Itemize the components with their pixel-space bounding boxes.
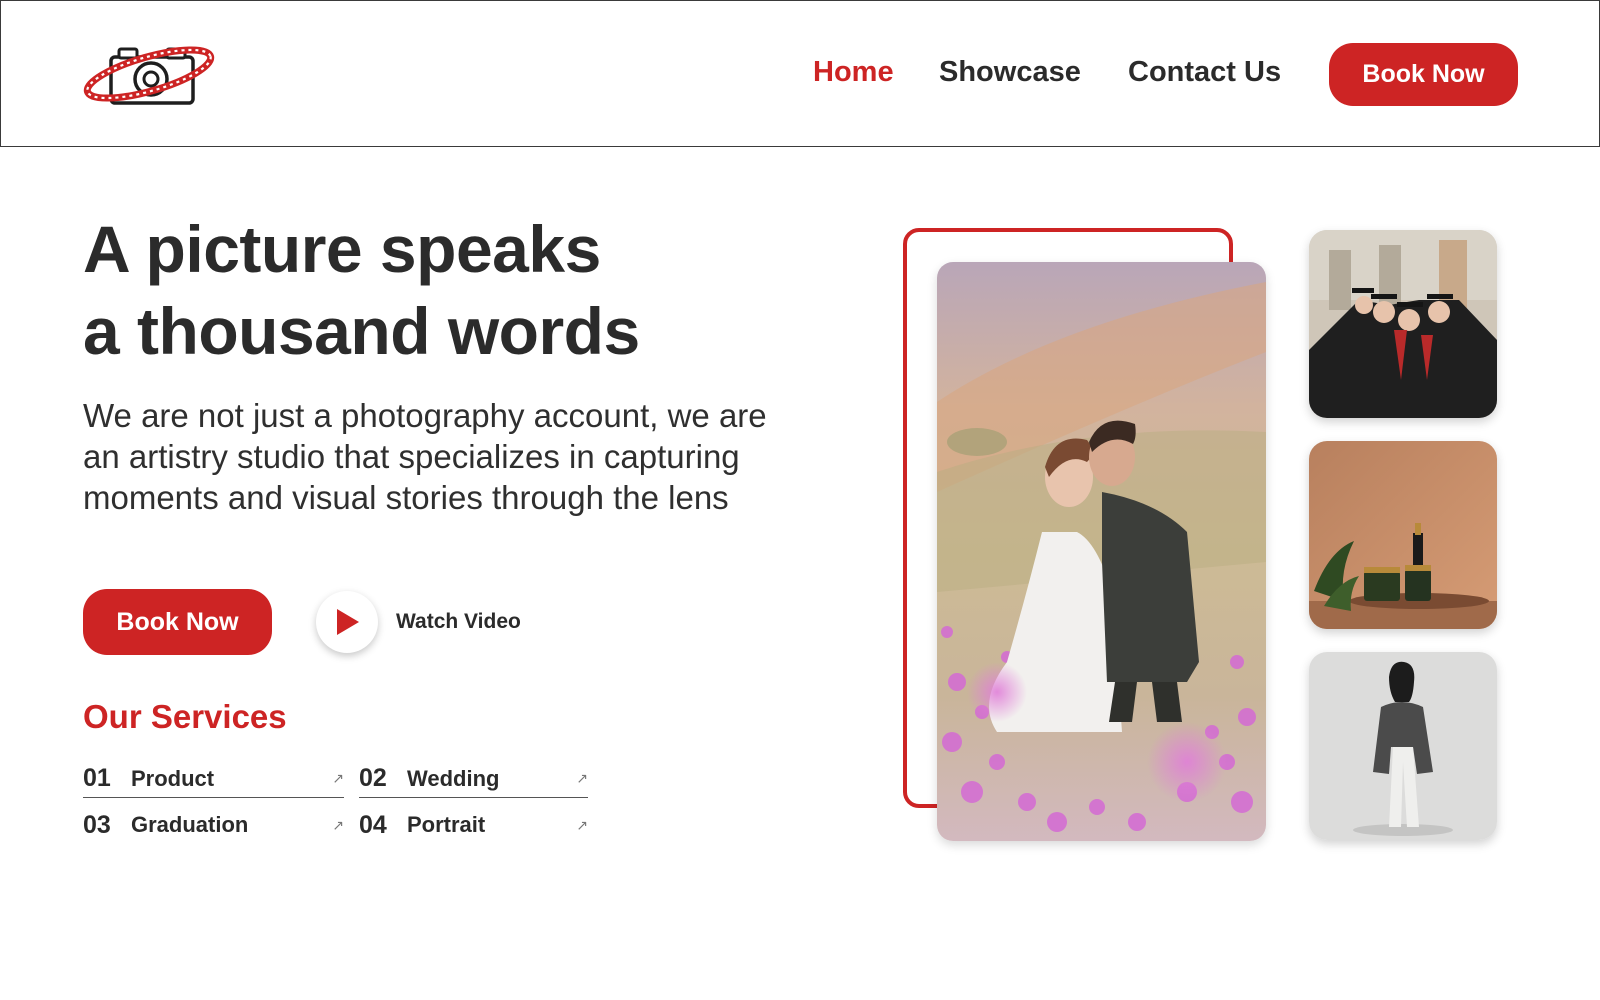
- service-item-graduation[interactable]: 03 Graduation ↗: [83, 806, 344, 844]
- hero-title: A picture speaks a thousand words: [83, 208, 640, 372]
- service-name: Portrait: [407, 812, 486, 837]
- play-icon[interactable]: [316, 591, 378, 653]
- camera-logo-icon[interactable]: [83, 41, 215, 109]
- wedding-couple-image: [937, 262, 1266, 841]
- service-name: Graduation: [131, 812, 249, 837]
- hero-title-line-2: a thousand words: [83, 294, 640, 368]
- service-number: 02: [359, 764, 387, 792]
- site-header: Home Showcase Contact Us Book Now: [0, 0, 1600, 147]
- nav-contact-link[interactable]: Contact Us: [1128, 56, 1281, 89]
- arrow-up-right-icon: ↗: [576, 770, 588, 786]
- graduation-group-image: [1309, 230, 1497, 418]
- services-title: Our Services: [83, 698, 287, 735]
- arrow-up-right-icon: ↗: [576, 816, 588, 833]
- service-number: 03: [83, 810, 111, 839]
- service-item-product[interactable]: 01 Product ↗: [83, 760, 344, 798]
- nav-home-link[interactable]: Home: [813, 56, 894, 89]
- nav-showcase-link[interactable]: Showcase: [939, 56, 1081, 89]
- skincare-product-image: [1309, 441, 1497, 629]
- service-number: 01: [83, 764, 111, 792]
- hero-book-now-button[interactable]: Book Now: [83, 589, 272, 655]
- arrow-up-right-icon: ↗: [332, 770, 344, 786]
- watch-video-label: Watch Video: [396, 610, 521, 633]
- fashion-portrait-image: [1309, 652, 1497, 840]
- service-name: Wedding: [407, 765, 500, 791]
- hero-title-line-1: A picture speaks: [83, 212, 601, 286]
- service-number: 04: [359, 810, 387, 839]
- hero-description: We are not just a photography account, w…: [83, 397, 767, 516]
- watch-video-button[interactable]: Watch Video: [316, 591, 521, 653]
- header-book-now-button[interactable]: Book Now: [1329, 43, 1518, 106]
- arrow-up-right-icon: ↗: [332, 816, 344, 833]
- service-name: Product: [131, 765, 215, 791]
- service-item-portrait[interactable]: 04 Portrait ↗: [359, 806, 588, 844]
- service-item-wedding[interactable]: 02 Wedding ↗: [359, 760, 588, 798]
